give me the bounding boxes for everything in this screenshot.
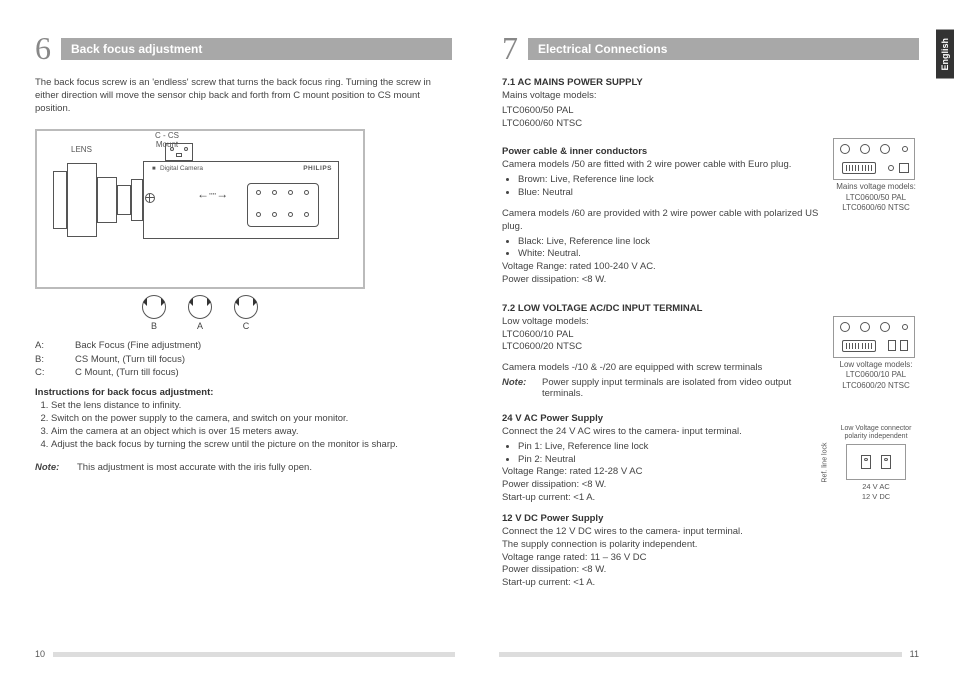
step-2: Switch on the power supply to the camera… bbox=[51, 413, 452, 426]
rotation-a-icon bbox=[188, 295, 212, 319]
rot-a-label: A bbox=[188, 321, 212, 331]
pc50-blue: Blue: Neutral bbox=[518, 187, 821, 200]
legend-c: C Mount, (Turn till focus) bbox=[75, 366, 179, 379]
rotation-b-icon bbox=[142, 295, 166, 319]
lv-equipped: Camera models -/10 & -/20 are equipped w… bbox=[502, 362, 821, 375]
12v-pd: Power dissipation: <8 W. bbox=[502, 564, 821, 577]
page-num-11: 11 bbox=[910, 649, 919, 659]
note2-text: Power supply input terminals are isolate… bbox=[542, 377, 821, 399]
12v-text: Connect the 12 V DC wires to the camera-… bbox=[502, 526, 821, 539]
lv-intro: Low voltage models: bbox=[502, 316, 821, 329]
lens-label: LENS bbox=[71, 145, 92, 154]
arrow-icon: ←┈→ bbox=[197, 187, 228, 201]
pc60-text: Camera models /60 are provided with 2 wi… bbox=[502, 208, 821, 234]
24v-pin1: Pin 1: Live, Reference line lock bbox=[518, 441, 821, 454]
footer-stripe-icon bbox=[53, 652, 455, 657]
section-number-7: 7 bbox=[502, 30, 518, 67]
mains-model-1: LTC0600/50 PAL bbox=[502, 105, 919, 118]
lv-conn-side-label: Ref. line lock bbox=[820, 443, 829, 483]
12v-sc: Start-up current: <1 A. bbox=[502, 577, 821, 590]
power-cable-heading: Power cable & inner conductors bbox=[502, 146, 821, 157]
lv-conn-bot-label: 24 V AC 12 V DC bbox=[833, 482, 919, 502]
note-label: Note: bbox=[35, 462, 77, 473]
voltage-range-1: Voltage Range: rated 100-240 V AC. bbox=[502, 261, 821, 274]
footer-stripe-icon bbox=[499, 652, 902, 657]
rotation-c-icon bbox=[234, 295, 258, 319]
pc60-white: White: Neutral. bbox=[518, 248, 821, 261]
24v-pin2: Pin 2: Neutral bbox=[518, 454, 821, 467]
12v-supply: The supply connection is polarity indepe… bbox=[502, 539, 821, 552]
lv-conn-top-label: Low Voltage connector polarity independe… bbox=[833, 425, 919, 440]
fig1-caption: Mains voltage models: LTC0600/50 PAL LTC… bbox=[833, 182, 919, 213]
pc60-black: Black: Live, Reference line lock bbox=[518, 236, 821, 249]
language-tab: English bbox=[936, 30, 954, 79]
intro-text: The back focus screw is an 'endless' scr… bbox=[35, 77, 452, 115]
fig2-caption: Low voltage models: LTC0600/10 PAL LTC06… bbox=[833, 360, 919, 391]
instructions-heading: Instructions for back focus adjustment: bbox=[35, 387, 452, 398]
mains-intro: Mains voltage models: bbox=[502, 90, 919, 103]
legend-a: Back Focus (Fine adjustment) bbox=[75, 339, 201, 352]
lv-model-2: LTC0600/20 NTSC bbox=[502, 341, 821, 354]
footer-right: 11 bbox=[499, 649, 919, 659]
step-4: Adjust the back focus by turning the scr… bbox=[51, 439, 452, 452]
camera-diagram: LENS C - CS Mount ■ Digital Camera PHILI… bbox=[35, 129, 365, 289]
mount-connector-icon bbox=[165, 143, 193, 161]
rotation-icons-row: B A C bbox=[35, 295, 365, 331]
24v-text: Connect the 24 V AC wires to the camera-… bbox=[502, 426, 821, 439]
pc50-brown: Brown: Live, Reference line lock bbox=[518, 174, 821, 187]
power-diss-1: Power dissipation: <8 W. bbox=[502, 274, 821, 287]
12v-vr: Voltage range rated: 11 – 36 V DC bbox=[502, 552, 821, 565]
heading-7-2: 7.2 LOW VOLTAGE AC/DC INPUT TERMINAL bbox=[502, 303, 919, 314]
24v-heading: 24 V AC Power Supply bbox=[502, 413, 821, 424]
24v-pd: Power dissipation: <8 W. bbox=[502, 479, 821, 492]
legend-b: CS Mount, (Turn till focus) bbox=[75, 353, 185, 366]
digital-camera-label: Digital Camera bbox=[160, 165, 203, 172]
note2-label: Note: bbox=[502, 377, 542, 399]
note-text: This adjustment is most accurate with th… bbox=[77, 462, 312, 473]
instructions-list: Set the lens distance to infinity. Switc… bbox=[51, 400, 452, 451]
12v-heading: 12 V DC Power Supply bbox=[502, 513, 821, 524]
mains-model-2: LTC0600/60 NTSC bbox=[502, 118, 919, 131]
step-1: Set the lens distance to infinity. bbox=[51, 400, 452, 413]
lv-connector-icon bbox=[846, 444, 906, 480]
lowvoltage-panel-icon bbox=[833, 316, 915, 358]
brand-label: PHILIPS bbox=[303, 165, 332, 172]
rot-b-label: B bbox=[142, 321, 166, 331]
footer-left: 10 bbox=[35, 649, 455, 659]
mains-panel-icon bbox=[833, 138, 915, 180]
page-left: 6 Back focus adjustment The back focus s… bbox=[35, 30, 452, 598]
pc50-text: Camera models /50 are fitted with 2 wire… bbox=[502, 159, 821, 172]
section-title-7: Electrical Connections bbox=[528, 38, 919, 60]
step-3: Aim the camera at an object which is ove… bbox=[51, 426, 452, 439]
page-num-10: 10 bbox=[35, 649, 45, 659]
lv-model-1: LTC0600/10 PAL bbox=[502, 329, 821, 342]
switch-panel-icon bbox=[247, 183, 319, 227]
section-number-6: 6 bbox=[35, 30, 51, 67]
heading-7-1: 7.1 AC MAINS POWER SUPPLY bbox=[502, 77, 919, 88]
24v-vr: Voltage Range: rated 12-28 V AC bbox=[502, 466, 821, 479]
page-right: 7 Electrical Connections 7.1 AC MAINS PO… bbox=[502, 30, 919, 598]
24v-sc: Start-up current: <1 A. bbox=[502, 492, 821, 505]
section-title-6: Back focus adjustment bbox=[61, 38, 452, 60]
rot-c-label: C bbox=[234, 321, 258, 331]
